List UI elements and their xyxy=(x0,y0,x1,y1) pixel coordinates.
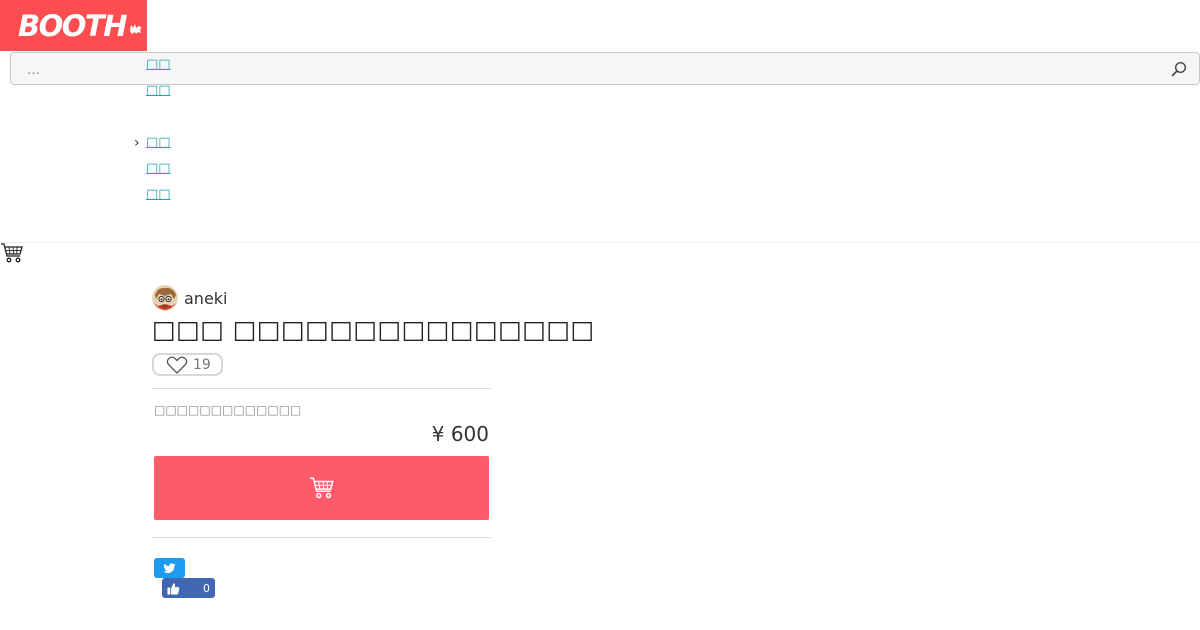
search-input[interactable] xyxy=(27,60,1127,80)
divider xyxy=(152,388,491,389)
nav-link[interactable]: □□ xyxy=(146,135,171,151)
logo-text: BOOTH xyxy=(18,8,127,43)
nav-link[interactable]: □□ xyxy=(146,83,171,99)
booth-logo[interactable]: BOOTH xyxy=(0,0,147,51)
tweet-button[interactable] xyxy=(154,558,185,578)
search-bar xyxy=(10,52,1200,85)
nav-link[interactable]: □□ xyxy=(146,161,171,177)
search-icon[interactable] xyxy=(1171,61,1187,77)
add-to-cart-button[interactable] xyxy=(154,456,489,520)
like-button[interactable]: 19 xyxy=(152,353,223,376)
nav-link[interactable]: □□ xyxy=(146,187,171,203)
shop-avatar xyxy=(152,285,178,311)
variation-label: □□□□□□□□□□□□□ xyxy=(154,403,302,417)
facebook-like-count: 0 xyxy=(203,581,210,595)
thumbs-up-icon xyxy=(167,582,180,595)
cart-icon xyxy=(309,477,334,499)
logo-bird-icon xyxy=(129,24,142,34)
header-divider xyxy=(0,242,1200,243)
twitter-icon xyxy=(163,562,176,573)
item-price: ¥ 600 xyxy=(431,422,489,446)
chevron-right-icon: › xyxy=(134,135,140,151)
divider xyxy=(152,537,491,538)
nav-link[interactable]: □□ xyxy=(146,57,171,73)
cart-icon[interactable] xyxy=(0,241,24,265)
facebook-like-button[interactable]: 0 xyxy=(162,578,215,598)
item-title: □□□ □□□□□□□□□□□□□□□ xyxy=(152,315,595,344)
shop-name: aneki xyxy=(184,288,228,308)
heart-icon xyxy=(166,356,188,374)
shop-link[interactable]: aneki xyxy=(152,285,228,311)
like-count: 19 xyxy=(193,356,211,373)
